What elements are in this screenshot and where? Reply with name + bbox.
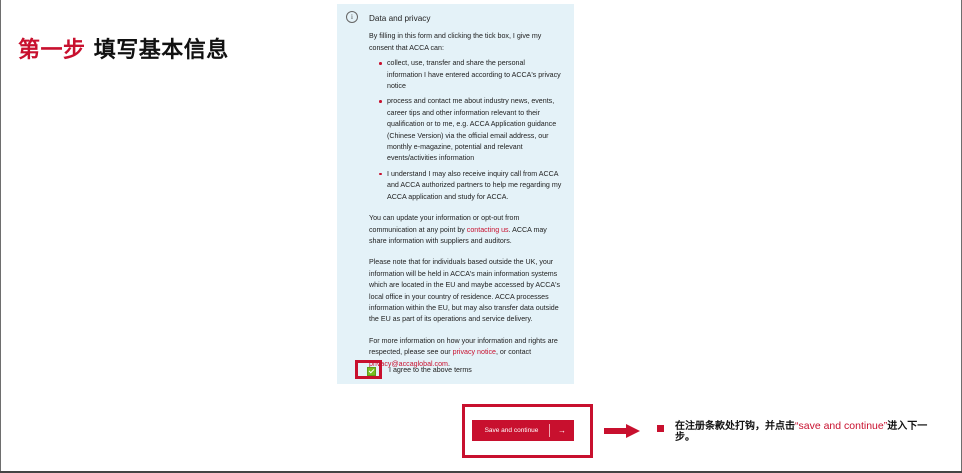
agree-row: I agree to the above terms [379, 364, 472, 378]
uk-note-paragraph: Please note that for individuals based o… [369, 258, 561, 324]
annotation-bullet [657, 425, 664, 432]
annotation-arrow-icon [604, 424, 640, 438]
update-paragraph: You can update your information or opt-o… [369, 214, 547, 245]
privacy-title: Data and privacy [369, 14, 431, 23]
contacting-us-link[interactable]: contacting us [467, 226, 509, 234]
info-icon: i [346, 11, 358, 23]
step-description: 填写基本信息 [93, 38, 229, 63]
privacy-notice-link[interactable]: privacy notice [453, 348, 496, 356]
button-highlight-box [462, 404, 593, 458]
consent-item: I understand I may also receive inquiry … [379, 169, 562, 203]
step-title: 第一步 填写基本信息 [18, 32, 229, 64]
step-number: 第一步 [18, 38, 86, 63]
consent-item: process and contact me about industry ne… [379, 96, 562, 164]
privacy-intro: By filling in this form and clicking the… [369, 32, 542, 52]
consent-item: collect, use, transfer and share the per… [379, 58, 562, 92]
checkbox-highlight-box [355, 360, 382, 379]
annotation-text: 在注册条款处打钩，并点击“save and continue”进入下一步。 [675, 420, 928, 444]
consent-list: collect, use, transfer and share the per… [369, 58, 562, 203]
agree-label: I agree to the above terms [389, 366, 472, 375]
privacy-panel: i Data and privacy By filling in this fo… [337, 4, 574, 384]
